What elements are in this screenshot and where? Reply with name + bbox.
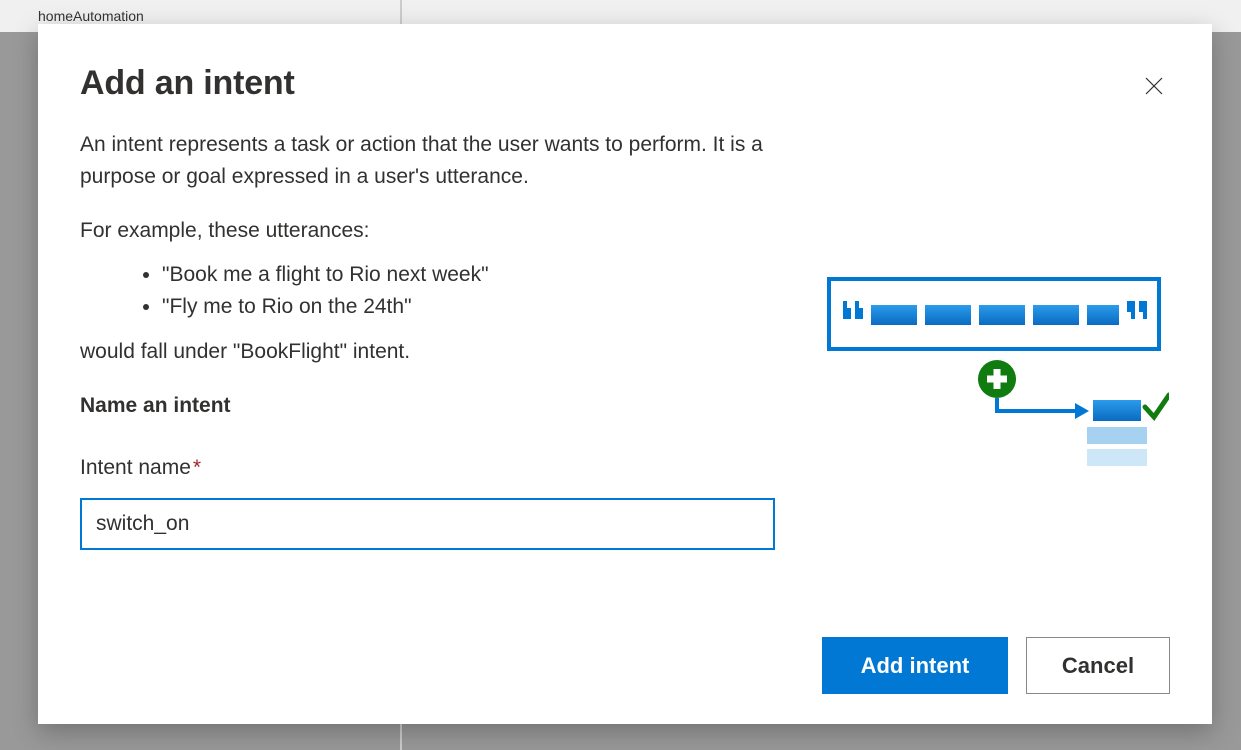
section-heading: Name an intent (80, 390, 775, 422)
intent-name-input[interactable] (80, 498, 775, 550)
required-asterisk: * (193, 456, 201, 479)
add-intent-button[interactable]: Add intent (822, 637, 1008, 694)
modal-title: Add an intent (80, 64, 295, 103)
intent-name-label: Intent name* (80, 456, 201, 479)
example-item: "Book me a flight to Rio next week" (162, 259, 775, 292)
modal-left-column: An intent represents a task or action th… (80, 129, 775, 637)
add-intent-modal: Add an intent An intent represents a tas… (38, 24, 1212, 724)
cancel-button[interactable]: Cancel (1026, 637, 1170, 694)
close-button[interactable] (1138, 70, 1170, 102)
example-item: "Fly me to Rio on the 24th" (162, 291, 775, 324)
modal-header: Add an intent (80, 64, 1170, 103)
field-label-text: Intent name (80, 452, 191, 484)
close-icon (1142, 74, 1166, 98)
intent-description: An intent represents a task or action th… (80, 129, 775, 193)
intent-illustration (825, 277, 1169, 477)
example-list: "Book me a flight to Rio next week" "Fly… (80, 259, 775, 324)
modal-right-column (823, 129, 1170, 637)
example-end-text: would fall under "BookFlight" intent. (80, 336, 775, 368)
modal-footer: Add intent Cancel (80, 637, 1170, 694)
modal-body: An intent represents a task or action th… (80, 129, 1170, 637)
example-lead-text: For example, these utterances: (80, 215, 775, 247)
